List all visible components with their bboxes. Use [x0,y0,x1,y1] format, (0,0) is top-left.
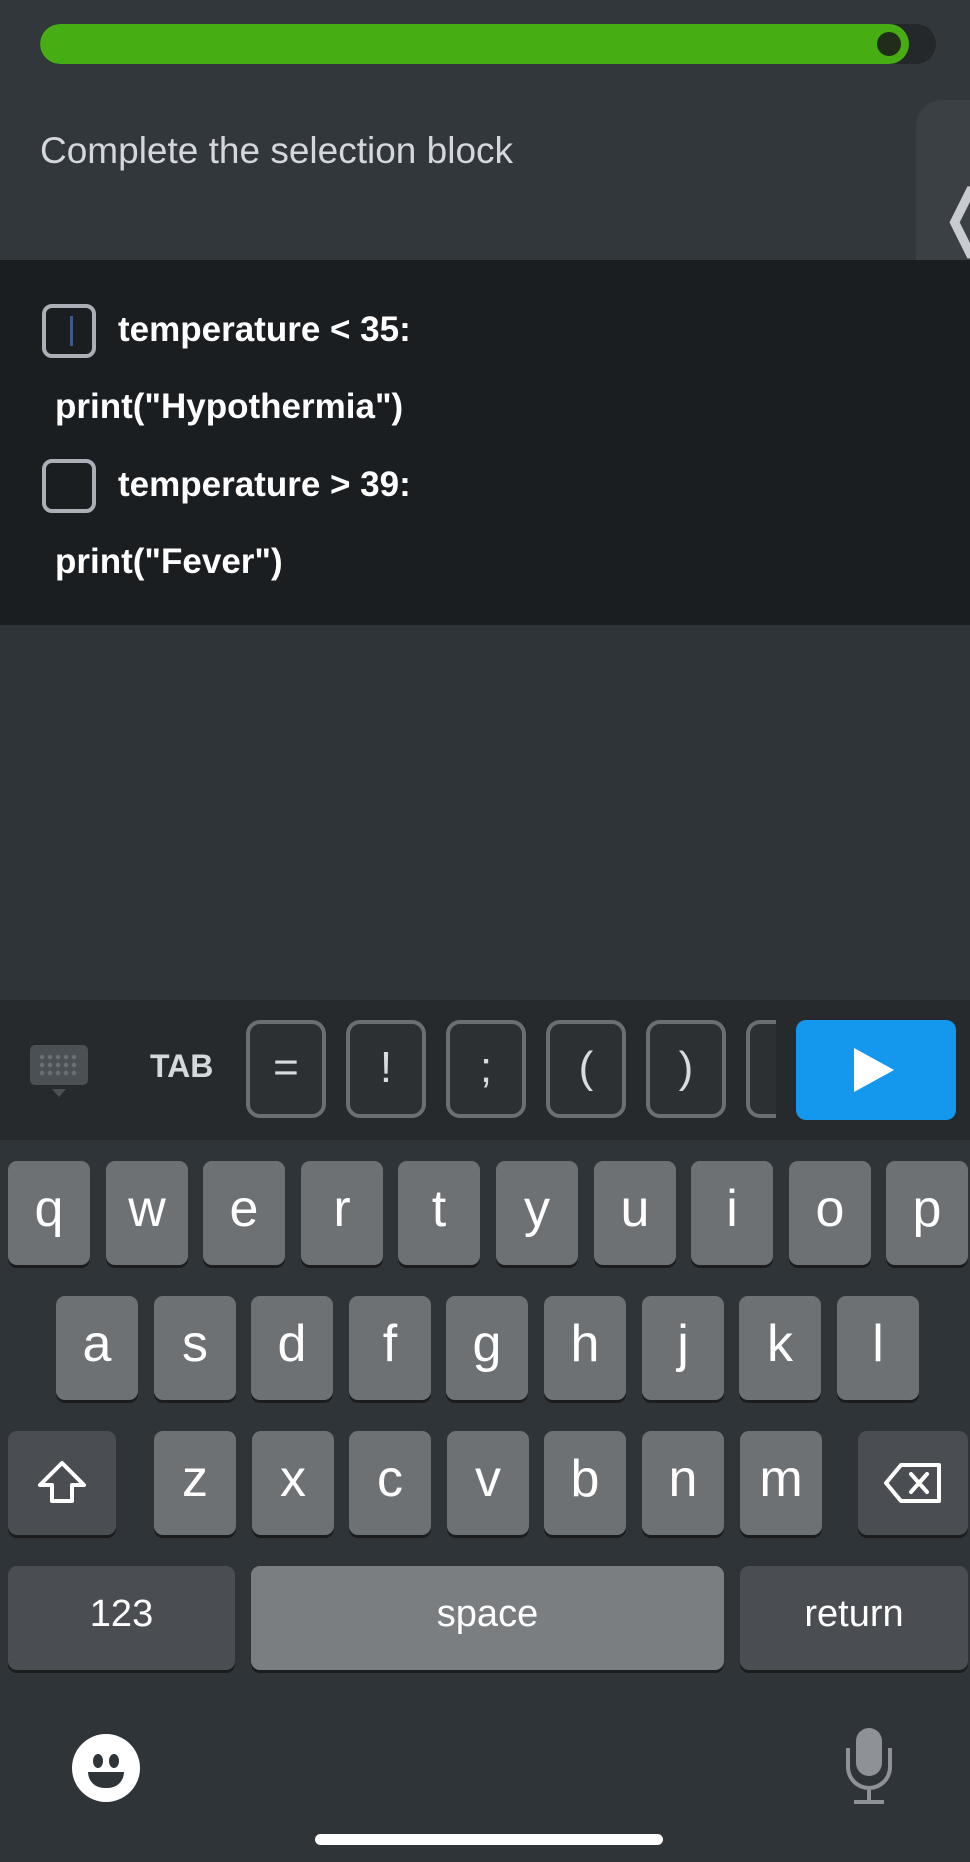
question-text: Complete the selection block [40,130,514,171]
key-u[interactable]: u [594,1161,676,1265]
progress-knob [877,32,901,56]
shift-icon [38,1461,86,1503]
key-m[interactable]: m [740,1431,822,1535]
symbol-key[interactable]: ! [346,1020,426,1118]
key-f[interactable]: f [349,1296,431,1400]
key-g[interactable]: g [446,1296,528,1400]
key-w[interactable]: w [106,1161,188,1265]
microphone-icon[interactable] [842,1728,896,1808]
code-line: print("Fever") [0,532,970,602]
shift-key[interactable] [8,1431,116,1535]
key-s[interactable]: s [154,1296,236,1400]
code-text: temperature < 35: [118,310,411,349]
code-panel: temperature < 35: print("Hypothermia") t… [0,260,970,625]
answer-blank[interactable] [42,459,96,513]
code-text: temperature > 39: [118,465,411,504]
run-button[interactable] [796,1020,956,1120]
progress-fill [40,24,909,64]
numbers-key[interactable]: 123 [8,1566,235,1670]
emoji-icon[interactable] [72,1734,140,1802]
key-v[interactable]: v [447,1431,529,1535]
key-b[interactable]: b [544,1431,626,1535]
key-n[interactable]: n [642,1431,724,1535]
play-icon [854,1048,894,1092]
key-i[interactable]: i [691,1161,773,1265]
key-c[interactable]: c [349,1431,431,1535]
key-p[interactable]: p [886,1161,968,1265]
key-r[interactable]: r [301,1161,383,1265]
key-e[interactable]: e [203,1161,285,1265]
delete-icon [884,1463,941,1503]
delete-key[interactable] [858,1431,968,1535]
symbol-key[interactable]: = [246,1020,326,1118]
code-line: print("Hypothermia") [0,377,970,447]
key-t[interactable]: t [398,1161,480,1265]
key-z[interactable]: z [154,1431,236,1535]
code-toolbar: TAB = ! ; ( ) [0,1000,970,1140]
tab-key[interactable]: TAB [150,1048,213,1085]
home-indicator[interactable] [315,1834,663,1845]
symbol-key[interactable]: ; [446,1020,526,1118]
header-area: Complete the selection block [0,0,970,260]
key-y[interactable]: y [496,1161,578,1265]
key-h[interactable]: h [544,1296,626,1400]
keyboard-hide-icon[interactable] [30,1045,88,1097]
code-text: print("Hypothermia") [55,387,404,426]
symbol-key-partial[interactable] [746,1020,776,1118]
symbol-key[interactable]: ( [546,1020,626,1118]
text-cursor [70,316,73,346]
symbol-key[interactable]: ) [646,1020,726,1118]
chevron-left-icon: ❬ [934,180,970,252]
key-d[interactable]: d [251,1296,333,1400]
key-x[interactable]: x [252,1431,334,1535]
key-k[interactable]: k [739,1296,821,1400]
space-key[interactable]: space [251,1566,724,1670]
code-line: temperature < 35: [0,300,970,370]
key-l[interactable]: l [837,1296,919,1400]
key-o[interactable]: o [789,1161,871,1265]
code-line: temperature > 39: [0,455,970,525]
key-a[interactable]: a [56,1296,138,1400]
return-key[interactable]: return [740,1566,968,1670]
key-j[interactable]: j [642,1296,724,1400]
key-q[interactable]: q [8,1161,90,1265]
code-text: print("Fever") [55,542,283,581]
answer-blank[interactable] [42,304,96,358]
progress-bar [40,24,936,64]
